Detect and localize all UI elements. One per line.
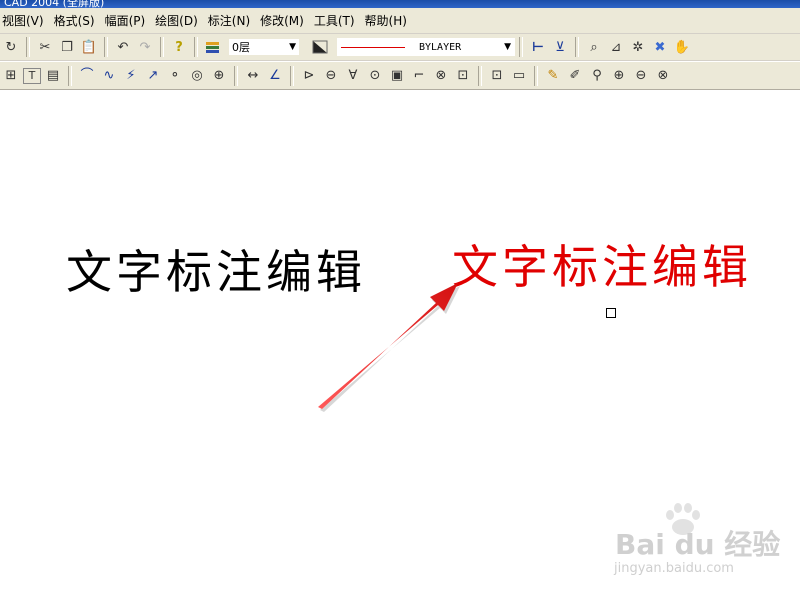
- table-icon[interactable]: ▤: [43, 66, 63, 86]
- circle-mark-icon[interactable]: ◎: [187, 66, 207, 86]
- linetype-select[interactable]: BYLAYER ▼: [337, 38, 515, 56]
- watermark-url: jingyan.baidu.com: [614, 561, 734, 576]
- chevron-down-icon: ▼: [504, 42, 511, 52]
- cloud-icon[interactable]: ⚬: [165, 66, 185, 86]
- menu-tools[interactable]: 工具(T): [309, 12, 360, 29]
- layer-select[interactable]: 0层 ▼: [228, 38, 300, 56]
- toolbar-separator: [104, 37, 108, 57]
- surface-icon[interactable]: ⊖: [321, 66, 341, 86]
- center-mark-icon[interactable]: ⊕: [209, 66, 229, 86]
- toolbar-separator: [234, 65, 238, 86]
- help-icon[interactable]: ?: [169, 37, 189, 57]
- undo-icon[interactable]: ↶: [113, 37, 133, 57]
- weld-icon[interactable]: ⊙: [365, 66, 385, 86]
- snap-icon[interactable]: ⊢: [528, 37, 548, 57]
- zoom-window-icon[interactable]: ⚲: [587, 66, 607, 86]
- cut-icon[interactable]: ✂: [35, 37, 55, 57]
- menu-help[interactable]: 帮助(H): [360, 12, 412, 29]
- grid-icon[interactable]: ⊞: [1, 66, 21, 86]
- menu-sheet[interactable]: 幅面(P): [100, 12, 151, 29]
- measure-icon[interactable]: ⊿: [606, 37, 626, 57]
- drawing-canvas[interactable]: 文字标注编辑 文字标注编辑 Bai du 经验 jingyan.baidu.co…: [0, 91, 800, 600]
- copy-icon[interactable]: ❐: [57, 37, 77, 57]
- arc-icon[interactable]: ⌒: [77, 66, 97, 86]
- drawing-toolbar: ⊞ T ▤ ⌒ ∿ ⚡ ↗ ⚬ ◎ ⊕ ↔ ∠ ⊳ ⊖ ∀ ⊙ ▣ ⌐ ⊗ ⊡ …: [0, 62, 800, 90]
- menu-view[interactable]: 视图(V): [0, 12, 49, 29]
- zoom-out-icon[interactable]: ⊖: [631, 66, 651, 86]
- linetype-sample: [341, 46, 405, 48]
- explode-icon[interactable]: ✖: [650, 37, 670, 57]
- redo-icon[interactable]: ↷: [135, 37, 155, 57]
- layer-value: 0层: [232, 41, 250, 54]
- linetype-value: BYLAYER: [419, 41, 462, 53]
- break-line-icon[interactable]: ⚡: [121, 66, 141, 86]
- menu-modify[interactable]: 修改(M): [255, 12, 309, 29]
- chevron-down-icon: ▼: [289, 42, 296, 52]
- toolbar-separator: [575, 37, 579, 57]
- toolbar-separator: [290, 65, 294, 86]
- view-icon[interactable]: ⊡: [453, 66, 473, 86]
- toolbar-separator: [26, 37, 30, 57]
- toolbar-separator: [478, 65, 482, 86]
- datum-icon[interactable]: ⊳: [299, 66, 319, 86]
- toolbar-separator: [194, 37, 198, 57]
- query-icon[interactable]: ⊡: [487, 66, 507, 86]
- menu-draw[interactable]: 绘图(D): [150, 12, 203, 29]
- pan-icon[interactable]: ✋: [672, 37, 692, 57]
- linear-dim-icon[interactable]: ↔: [243, 66, 263, 86]
- standard-toolbar: ↻ ✂ ❐ 📋 ↶ ↷ ? 0层 ▼ BYLAYER ▼ ⊢ ⊻ ⌕ ⊿ ✲ ✖…: [0, 34, 800, 61]
- refresh-icon[interactable]: ↻: [1, 37, 21, 57]
- roughness-icon[interactable]: ∀: [343, 66, 363, 86]
- angular-dim-icon[interactable]: ∠: [265, 66, 285, 86]
- ortho-icon[interactable]: ⊻: [550, 37, 570, 57]
- ruler-icon[interactable]: ▭: [509, 66, 529, 86]
- toolbar-separator: [519, 37, 523, 57]
- chamfer-icon[interactable]: ⌐: [409, 66, 429, 86]
- text-icon[interactable]: T: [23, 67, 41, 84]
- menu-format[interactable]: 格式(S): [49, 12, 100, 29]
- menu-bar: 视图(V) 格式(S) 幅面(P) 绘图(D) 标注(N) 修改(M) 工具(T…: [0, 8, 800, 34]
- toolbar-separator: [160, 37, 164, 57]
- zoom-icon[interactable]: ⌕: [584, 37, 604, 57]
- zoom-all-icon[interactable]: ⊗: [653, 66, 673, 86]
- menu-dimension[interactable]: 标注(N): [203, 12, 255, 29]
- tolerance-icon[interactable]: ▣: [387, 66, 407, 86]
- wave-icon[interactable]: ∿: [99, 66, 119, 86]
- watermark-brand: Bai du 经验: [615, 528, 781, 561]
- edit-icon[interactable]: ✐: [565, 66, 585, 86]
- window-title: CAD 2004 (全屏版): [4, 0, 105, 8]
- layers-icon[interactable]: [203, 37, 223, 57]
- toolbar-separator: [68, 65, 72, 86]
- pencil-icon[interactable]: ✎: [543, 66, 563, 86]
- properties-icon[interactable]: ✲: [628, 37, 648, 57]
- paste-icon[interactable]: 📋: [79, 37, 99, 57]
- toolbar-separator: [534, 65, 538, 86]
- leader-arrow-icon[interactable]: ↗: [143, 66, 163, 86]
- color-icon[interactable]: [310, 37, 330, 57]
- zoom-in-icon[interactable]: ⊕: [609, 66, 629, 86]
- title-bar: CAD 2004 (全屏版): [0, 0, 800, 8]
- hole-icon[interactable]: ⊗: [431, 66, 451, 86]
